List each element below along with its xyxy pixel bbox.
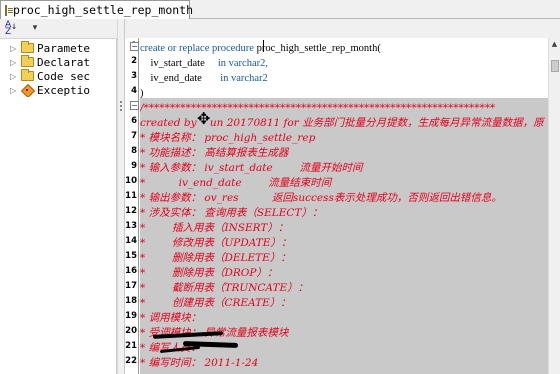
code-line: create or replace procedure proc_high_se… bbox=[140, 41, 381, 56]
nav-item-label: Declarat bbox=[37, 55, 90, 69]
code-line: * 输入参数： iv_start_date 流量开始时间 bbox=[140, 161, 362, 176]
vertical-scrollbar[interactable]: ▲ bbox=[548, 38, 560, 374]
keyword-token: in varchar2, bbox=[217, 58, 269, 69]
comment-token: * 删除用表（DELETE）： bbox=[140, 252, 291, 264]
fold-toggle-icon[interactable]: − bbox=[130, 42, 139, 51]
comment-token: * 输入参数： iv_start_date 流量开始时间 bbox=[140, 162, 363, 174]
line-number: 4 bbox=[131, 86, 137, 96]
mouse-cursor-icon: ✥ bbox=[197, 109, 211, 128]
nav-item-label: Exceptio bbox=[37, 83, 90, 97]
comment-token: * 模块名称： proc_high_settle_rep bbox=[140, 132, 316, 144]
identifier-token: iv_start_date bbox=[140, 58, 218, 69]
code-line: * 创建用表（CREATE）： bbox=[140, 296, 291, 311]
line-number: 18 bbox=[125, 296, 137, 306]
line-number: 14 bbox=[125, 236, 137, 246]
keyword-token: in varchar2 bbox=[220, 73, 268, 84]
code-line: iv_end_date in varchar2 bbox=[140, 71, 268, 86]
code-line: * 插入用表（INSERT）： bbox=[140, 221, 288, 236]
code-line: * 调用模块： bbox=[140, 311, 201, 326]
line-number: 6 bbox=[131, 116, 137, 126]
identifier-token: proc_high_settle_rep_month( bbox=[256, 43, 381, 54]
comment-token: * 插入用表（INSERT）： bbox=[140, 222, 289, 234]
code-line: iv_start_date in varchar2, bbox=[140, 56, 269, 71]
expand-arrow-icon[interactable]: ▷ bbox=[10, 44, 19, 53]
comment-token: * 截断用表（TRUNCATE）： bbox=[140, 282, 309, 294]
scrollbar-thumb[interactable] bbox=[551, 60, 559, 72]
nav-item-parameters[interactable]: ▷ Paramete bbox=[0, 41, 117, 55]
navigator-toolbar: AZ ↓ ▾ bbox=[0, 19, 117, 39]
nav-item-code-section[interactable]: ▷ Code sec bbox=[0, 69, 117, 83]
code-line: * 模块名称： proc_high_settle_rep bbox=[140, 131, 315, 146]
identifier-token: ) bbox=[140, 88, 144, 99]
keyword-token: create or replace procedure bbox=[140, 43, 257, 54]
code-line: * iv_end_date 流量结束时间 bbox=[140, 176, 331, 191]
code-line: * 编写时间： 2011-1-24 bbox=[140, 356, 258, 371]
code-line: * 功能描述： 高结算报表生成器 bbox=[140, 146, 288, 161]
code-navigator-panel: AZ ↓ ▾ ▷ Paramete ▷ Declarat ▷ Code sec … bbox=[0, 19, 117, 374]
code-line: /***************************************… bbox=[140, 101, 495, 116]
line-number-gutter: 12345678910111213141516171819202122 bbox=[125, 38, 139, 374]
tab-proc-high-settle-rep-month[interactable]: proc_high_settle_rep_month bbox=[0, 0, 194, 19]
tab-title: proc_high_settle_rep_month bbox=[13, 3, 194, 17]
line-number: 3 bbox=[131, 71, 137, 81]
expand-arrow-icon[interactable]: ▷ bbox=[10, 58, 19, 67]
nav-item-declarations[interactable]: ▷ Declarat bbox=[0, 55, 117, 69]
line-number: 17 bbox=[125, 281, 137, 291]
folder-icon bbox=[21, 55, 34, 67]
identifier-token: iv_end_date bbox=[140, 73, 221, 84]
comment-token: * 删除用表（DROP）： bbox=[140, 267, 278, 279]
comment-token: * 编写时间： 2011-1-24 bbox=[140, 357, 259, 369]
code-line: ) bbox=[140, 86, 144, 101]
comment-token: * 功能描述： 高结算报表生成器 bbox=[140, 147, 289, 159]
comment-token: * 修改用表（UPDATE）： bbox=[140, 237, 292, 249]
comment-token: * 创建用表（CREATE）： bbox=[140, 297, 291, 309]
code-line: * 删除用表（DELETE）： bbox=[140, 251, 291, 266]
code-line: * 截断用表（TRUNCATE）： bbox=[140, 281, 308, 296]
procedure-icon bbox=[5, 4, 13, 16]
folder-icon bbox=[21, 41, 34, 53]
comment-token: * 输出参数： ov_res 返回success表示处理成功，否则返回出错信息。 bbox=[140, 192, 502, 204]
line-number: 21 bbox=[125, 341, 137, 351]
navigator-dropdown-icon[interactable]: ▾ bbox=[27, 21, 43, 36]
line-number: 15 bbox=[125, 251, 137, 261]
line-number: 19 bbox=[125, 311, 137, 321]
folder-icon bbox=[21, 69, 34, 81]
line-number: 7 bbox=[131, 131, 137, 141]
exception-icon bbox=[21, 84, 33, 96]
code-line: * 涉及实体： 查询用表（SELECT）： bbox=[140, 206, 322, 221]
editor-header bbox=[125, 19, 560, 38]
expand-arrow-icon[interactable]: ▷ bbox=[10, 72, 19, 81]
editor-tab-strip: proc_high_settle_rep_month bbox=[0, 0, 560, 19]
scroll-up-icon[interactable]: ▲ bbox=[550, 40, 559, 49]
comment-token: * iv_end_date 流量结束时间 bbox=[140, 177, 332, 189]
line-number: 22 bbox=[125, 356, 137, 366]
expand-arrow-icon[interactable]: ▷ bbox=[10, 86, 19, 95]
code-line: * 删除用表（DROP）： bbox=[140, 266, 277, 281]
nav-item-label: Paramete bbox=[37, 41, 90, 55]
line-number: 2 bbox=[131, 56, 137, 66]
sort-arrow-icon: ↓ bbox=[11, 21, 18, 32]
navigator-tree: ▷ Paramete ▷ Declarat ▷ Code sec ▷ Excep… bbox=[0, 41, 117, 97]
line-number: 12 bbox=[125, 206, 137, 216]
code-line: * 修改用表（UPDATE）： bbox=[140, 236, 291, 251]
line-number: 9 bbox=[131, 161, 137, 171]
nav-item-label: Code sec bbox=[37, 69, 90, 83]
line-number: 11 bbox=[125, 191, 137, 201]
line-number: 10 bbox=[125, 176, 137, 186]
code-lines: create or replace procedure proc_high_se… bbox=[140, 38, 548, 374]
code-line: * 输出参数： ov_res 返回success表示处理成功，否则返回出错信息。 bbox=[140, 191, 502, 206]
line-number: 8 bbox=[131, 146, 137, 156]
nav-item-exceptions[interactable]: ▷ Exceptio bbox=[0, 83, 117, 97]
line-number: 20 bbox=[125, 326, 137, 336]
comment-token: * 涉及实体： 查询用表（SELECT）： bbox=[140, 207, 323, 219]
line-number: 16 bbox=[125, 266, 137, 276]
comment-token: * 调用模块： bbox=[140, 312, 202, 324]
comment-token: /***************************************… bbox=[140, 102, 496, 114]
line-number: 13 bbox=[125, 221, 137, 231]
fold-toggle-icon[interactable]: − bbox=[130, 101, 139, 110]
